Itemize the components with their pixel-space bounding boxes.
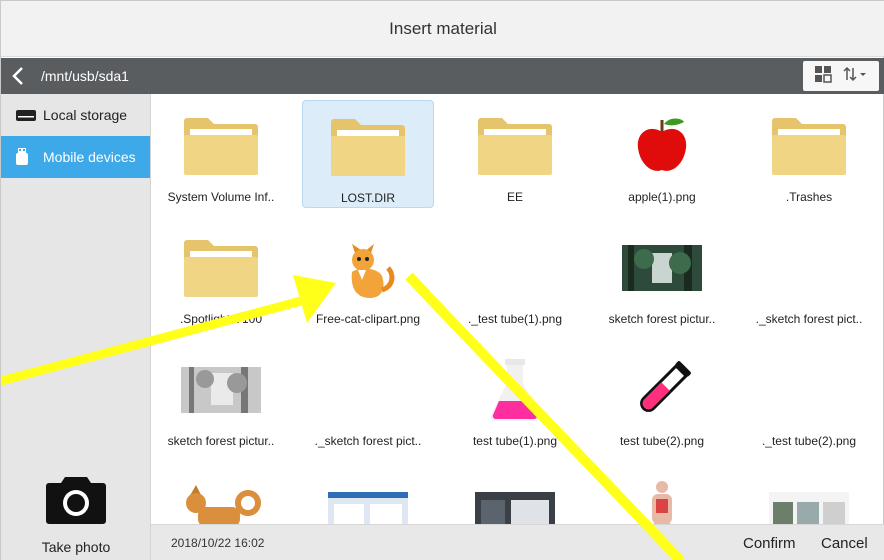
folder-item[interactable]: System Volume Inf.. <box>155 100 287 208</box>
flask-image-thumbnail <box>455 354 575 426</box>
file-item[interactable]: Free-cat-clipart.png <box>302 222 434 330</box>
hard-drive-icon <box>16 110 36 121</box>
web-image-thumbnail <box>749 476 869 524</box>
folder-icon <box>308 111 428 183</box>
file-item[interactable]: sketch forest pictur.. <box>596 222 728 330</box>
file-item[interactable]: apple(1).png <box>596 100 728 208</box>
usb-icon <box>16 148 28 165</box>
sidebar-item-label: Local storage <box>43 107 128 123</box>
take-photo-button[interactable]: Take photo <box>1 451 151 560</box>
file-name: EE <box>506 190 523 204</box>
modified-date: 2018/10/22 16:02 <box>171 536 265 550</box>
file-item[interactable] <box>449 466 581 524</box>
file-name: ._test tube(1).png <box>467 312 563 326</box>
sketch-image-thumbnail <box>161 354 281 426</box>
confirm-button[interactable]: Confirm <box>743 535 796 552</box>
view-tools <box>803 61 879 91</box>
sidebar: Local storage Mobile devices Take photo <box>1 94 151 560</box>
grid-view-icon <box>815 65 832 83</box>
folder-item[interactable]: .Spotlight-V100 <box>155 222 287 330</box>
cancel-button[interactable]: Cancel <box>821 535 868 552</box>
file-name: ._sketch forest pict.. <box>755 312 863 326</box>
file-name: .Spotlight-V100 <box>179 312 263 326</box>
sort-icon <box>843 66 866 81</box>
file-item[interactable]: test tube(2).png <box>596 344 728 452</box>
file-item[interactable] <box>743 466 875 524</box>
file-grid: System Volume Inf.. LOST.DIR EE apple(1).pn… <box>151 94 884 524</box>
insert-material-dialog: Insert material /mnt/usb/sda1 Local stor… <box>0 0 884 560</box>
test-tube-image-thumbnail <box>602 354 722 426</box>
grid-view-button[interactable] <box>814 65 832 88</box>
empty-thumbnail <box>455 232 575 304</box>
sidebar-item-local-storage[interactable]: Local storage <box>1 94 150 136</box>
folder-icon <box>161 232 281 304</box>
path-bar: /mnt/usb/sda1 <box>1 58 884 94</box>
file-item[interactable]: test tube(1).png <box>449 344 581 452</box>
sidebar-item-label: Mobile devices <box>43 149 136 165</box>
current-path: /mnt/usb/sda1 <box>41 68 129 84</box>
file-name: sketch forest pictur.. <box>167 434 275 448</box>
folder-item[interactable]: EE <box>449 100 581 208</box>
file-name: apple(1).png <box>628 190 696 204</box>
apple-image-thumbnail <box>602 110 722 182</box>
file-item[interactable]: ._test tube(1).png <box>449 222 581 330</box>
folder-icon <box>455 110 575 182</box>
file-name: .Trashes <box>785 190 833 204</box>
title-bar: Insert material <box>1 1 884 57</box>
back-button[interactable] <box>1 58 35 94</box>
folder-item[interactable]: LOST.DIR <box>302 100 434 208</box>
empty-thumbnail <box>308 354 428 426</box>
anatomy-image-thumbnail <box>602 476 722 524</box>
file-name: test tube(2).png <box>619 434 705 448</box>
file-name: ._test tube(2).png <box>761 434 857 448</box>
camera-icon <box>46 477 106 524</box>
folder-icon <box>161 110 281 182</box>
empty-thumbnail <box>749 232 869 304</box>
file-name: ._sketch forest pict.. <box>314 434 422 448</box>
file-item[interactable] <box>596 466 728 524</box>
folder-item[interactable]: .Trashes <box>743 100 875 208</box>
sort-button[interactable] <box>842 65 868 88</box>
sidebar-item-mobile-devices[interactable]: Mobile devices <box>1 136 150 178</box>
file-item[interactable] <box>155 466 287 524</box>
web-image-thumbnail <box>308 476 428 524</box>
file-name: System Volume Inf.. <box>167 190 275 204</box>
file-name: LOST.DIR <box>340 191 395 205</box>
footer-bar: 2018/10/22 16:02 Confirm Cancel <box>151 524 884 560</box>
file-item[interactable]: ._sketch forest pict.. <box>302 344 434 452</box>
file-item[interactable]: ._sketch forest pict.. <box>743 222 875 330</box>
file-item[interactable]: sketch forest pictur.. <box>155 344 287 452</box>
file-item[interactable]: ._test tube(2).png <box>743 344 875 452</box>
file-name: sketch forest pictur.. <box>608 312 716 326</box>
web-image-thumbnail <box>455 476 575 524</box>
file-item[interactable] <box>302 466 434 524</box>
folder-icon <box>749 110 869 182</box>
cat-image-thumbnail <box>308 232 428 304</box>
dog-image-thumbnail <box>161 476 281 524</box>
file-name: Free-cat-clipart.png <box>315 312 421 326</box>
take-photo-label: Take photo <box>41 539 111 555</box>
dialog-title: Insert material <box>389 18 497 38</box>
chevron-left-icon <box>12 67 23 85</box>
forest-image-thumbnail <box>602 232 722 304</box>
empty-thumbnail <box>749 354 869 426</box>
file-name: test tube(1).png <box>472 434 558 448</box>
